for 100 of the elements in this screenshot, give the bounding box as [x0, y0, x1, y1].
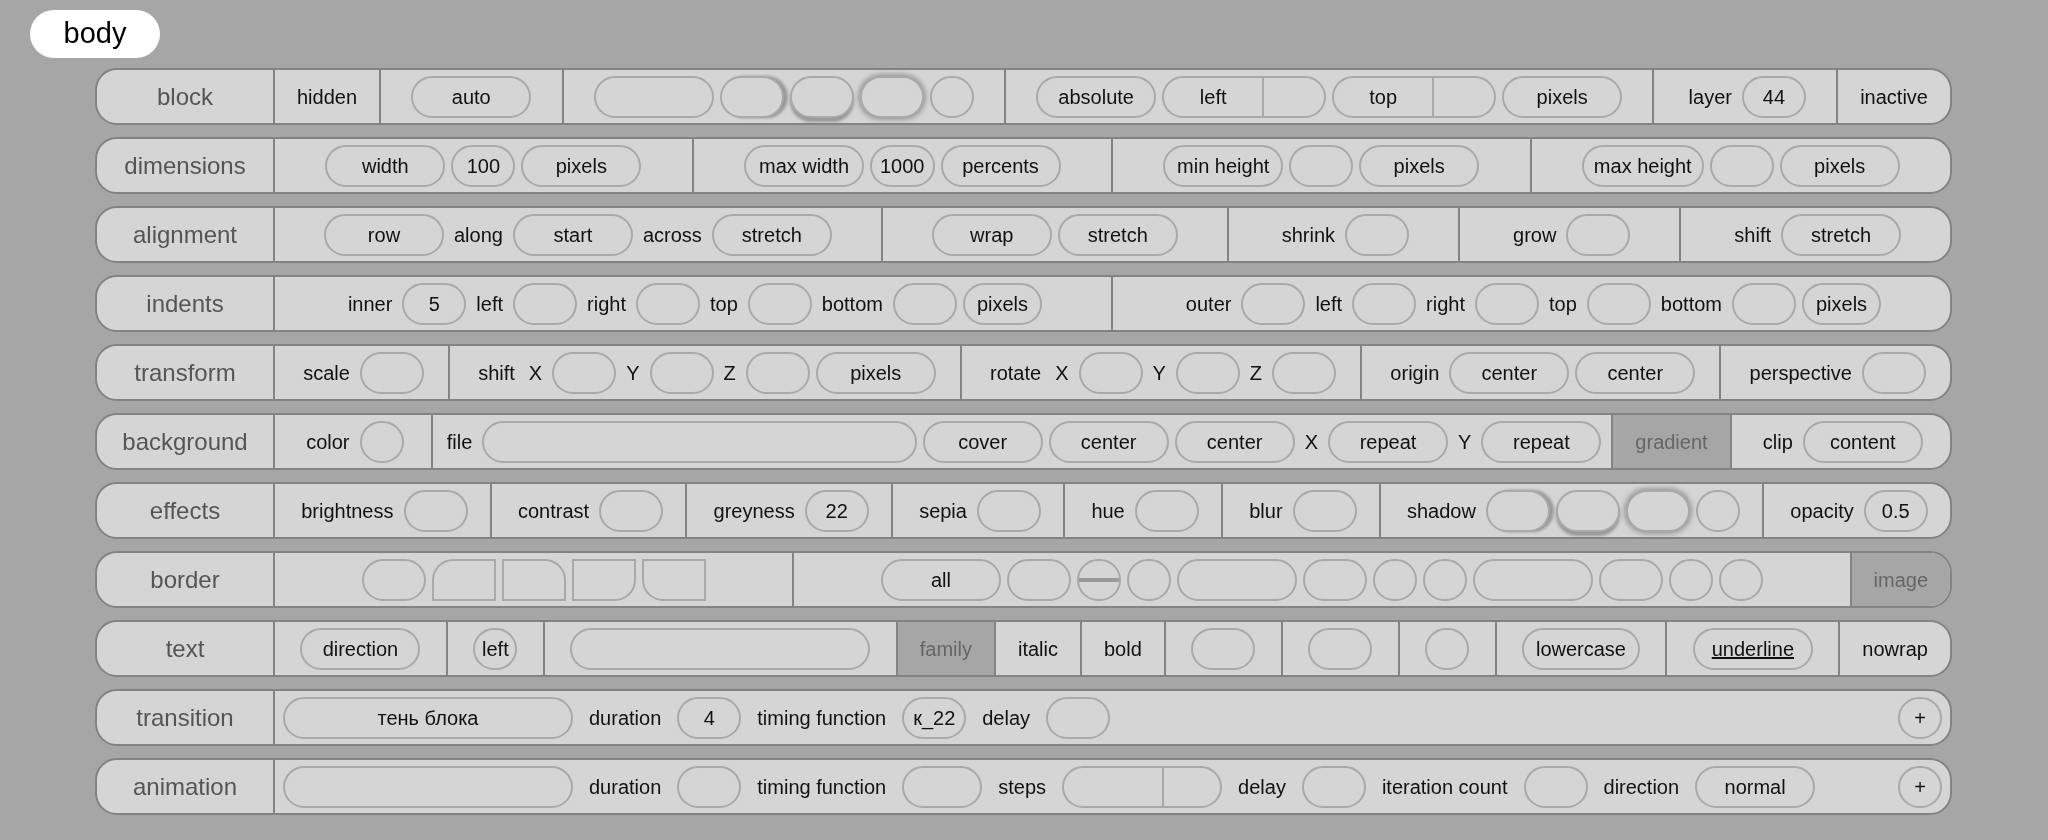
toggle-button[interactable]: hidden	[275, 70, 382, 123]
toggle-button[interactable]: bold	[1081, 622, 1166, 675]
empty-field[interactable]	[1352, 282, 1417, 325]
empty-field[interactable]	[1176, 558, 1297, 601]
empty-field[interactable]	[1301, 765, 1366, 808]
value-field[interactable]: 5	[402, 282, 467, 325]
empty-field[interactable]	[1523, 765, 1588, 808]
empty-field[interactable]	[1345, 213, 1410, 256]
value-field[interactable]: wrap	[931, 213, 1052, 256]
element-tag-button[interactable]: body	[30, 10, 160, 58]
value-field[interactable]: max height	[1581, 144, 1704, 187]
value-field[interactable]: pixels	[1779, 144, 1900, 187]
value-field[interactable]: 44	[1741, 75, 1806, 118]
empty-field[interactable]	[1126, 558, 1171, 601]
shadow-preset-button[interactable]	[719, 75, 784, 118]
empty-field[interactable]	[1272, 351, 1337, 394]
empty-field[interactable]	[1134, 489, 1199, 532]
bottom-right-corner-option[interactable]	[571, 558, 636, 601]
category-button[interactable]: alignment	[97, 208, 275, 261]
add-button[interactable]: +	[1898, 765, 1942, 808]
category-button[interactable]: dimensions	[97, 139, 275, 192]
category-button[interactable]: text	[97, 622, 275, 675]
category-button[interactable]: border	[97, 553, 275, 606]
value-field[interactable]: center	[1575, 351, 1696, 394]
value-field[interactable]: all	[880, 558, 1001, 601]
empty-field[interactable]	[1289, 144, 1354, 187]
empty-field[interactable]	[513, 282, 578, 325]
empty-field[interactable]	[1586, 282, 1651, 325]
empty-field[interactable]	[976, 489, 1041, 532]
line-style-button[interactable]	[1076, 558, 1121, 601]
category-button[interactable]: block	[97, 70, 275, 123]
empty-field[interactable]	[1191, 627, 1256, 670]
value-field[interactable]: left	[473, 627, 518, 670]
value-field[interactable]: 100	[451, 144, 516, 187]
value-field[interactable]: content	[1802, 420, 1923, 463]
value-field[interactable]: repeat	[1481, 420, 1602, 463]
value-field[interactable]: stretch	[1781, 213, 1902, 256]
value-field[interactable]: center	[1174, 420, 1295, 463]
empty-field[interactable]	[1718, 558, 1763, 601]
value-field[interactable]: max width	[744, 144, 864, 187]
value-field[interactable]: absolute	[1036, 75, 1157, 118]
value-field[interactable]: 4	[677, 696, 742, 739]
top-right-corner-option[interactable]	[501, 558, 566, 601]
empty-field[interactable]	[929, 75, 974, 118]
empty-field[interactable]	[1292, 489, 1357, 532]
empty-field[interactable]	[1732, 282, 1796, 325]
split-field[interactable]: left	[1162, 75, 1327, 118]
value-field[interactable]: min height	[1163, 144, 1284, 187]
empty-field[interactable]	[1475, 282, 1539, 325]
value-field[interactable]: repeat	[1328, 420, 1448, 463]
toggle-button[interactable]: nowrap	[1840, 622, 1950, 675]
value-field[interactable]: underline	[1692, 627, 1813, 670]
value-field[interactable]: center	[1048, 420, 1169, 463]
empty-field[interactable]	[593, 75, 714, 118]
empty-field[interactable]	[359, 420, 404, 463]
rounded-corners-option[interactable]	[361, 558, 426, 601]
empty-field[interactable]	[1472, 558, 1593, 601]
value-field[interactable]: lowercase	[1521, 627, 1640, 670]
toggle-button[interactable]: italic	[995, 622, 1082, 675]
empty-field[interactable]	[635, 282, 700, 325]
value-field[interactable]: 0.5	[1863, 489, 1928, 532]
bottom-left-corner-option[interactable]	[641, 558, 706, 601]
value-field[interactable]: pixels	[962, 282, 1043, 325]
empty-field[interactable]	[403, 489, 468, 532]
value-field[interactable]: тень блока	[283, 696, 573, 739]
empty-field[interactable]	[599, 489, 664, 532]
shadow-preset-button[interactable]	[1625, 489, 1690, 532]
empty-field[interactable]	[745, 351, 810, 394]
value-field[interactable]: start	[512, 213, 633, 256]
value-field[interactable]: pixels	[521, 144, 642, 187]
empty-field[interactable]	[902, 765, 983, 808]
value-field[interactable]: width	[325, 144, 446, 187]
empty-field[interactable]	[1078, 351, 1143, 394]
category-button[interactable]: background	[97, 415, 275, 468]
value-field[interactable]: cover	[922, 420, 1043, 463]
category-button[interactable]: effects	[97, 484, 275, 537]
value-field[interactable]: к_22	[902, 696, 967, 739]
value-field[interactable]: 1000	[870, 144, 935, 187]
empty-field[interactable]	[1695, 489, 1740, 532]
empty-field[interactable]	[1709, 144, 1774, 187]
value-field[interactable]: stretch	[711, 213, 832, 256]
category-button[interactable]: transform	[97, 346, 275, 399]
top-left-corner-option[interactable]	[431, 558, 496, 601]
value-field[interactable]: pixels	[1802, 282, 1882, 325]
empty-field[interactable]	[1046, 696, 1111, 739]
empty-field[interactable]	[677, 765, 742, 808]
shadow-preset-button[interactable]	[1555, 489, 1620, 532]
empty-field[interactable]	[1308, 627, 1373, 670]
shadow-preset-button[interactable]	[1485, 489, 1550, 532]
category-button[interactable]: transition	[97, 691, 275, 744]
category-button[interactable]: animation	[97, 760, 275, 813]
empty-field[interactable]	[649, 351, 714, 394]
value-field[interactable]: auto	[411, 75, 532, 118]
empty-field[interactable]	[1302, 558, 1367, 601]
value-field[interactable]: direction	[300, 627, 421, 670]
value-field[interactable]: normal	[1695, 765, 1816, 808]
add-button[interactable]: +	[1898, 696, 1942, 739]
empty-field[interactable]	[283, 765, 573, 808]
value-field[interactable]: pixels	[1359, 144, 1480, 187]
value-field[interactable]: center	[1449, 351, 1570, 394]
